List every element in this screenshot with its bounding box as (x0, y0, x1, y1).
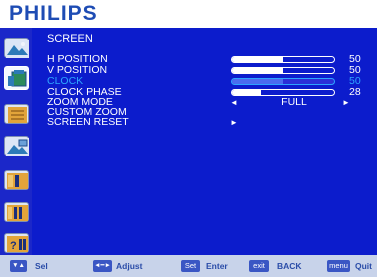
sel-key-icon: ▼▲ (10, 260, 27, 272)
adjust-hint: Adjust (116, 261, 143, 271)
audio-icon (8, 107, 27, 123)
sidebar: ? (0, 28, 32, 255)
svg-text:?: ? (10, 240, 17, 252)
sidebar-item-pip[interactable] (4, 136, 29, 156)
configuration1-icon (7, 173, 28, 189)
sidebar-item-screen[interactable] (4, 66, 29, 90)
configuration2-icon (7, 205, 28, 221)
v-position-fill (232, 68, 283, 73)
exit-key-icon: exit (249, 260, 269, 272)
osd-menu: PHILIPS ? SCREEN H POSITION 50 V POSITIO… (0, 0, 377, 277)
picture-icon (6, 40, 29, 58)
clock-fill (232, 79, 283, 84)
sidebar-item-advanced-option[interactable]: ? (4, 233, 29, 253)
sidebar-item-configuration1[interactable] (4, 170, 29, 190)
sidebar-item-picture[interactable] (4, 38, 29, 58)
adjust-key-icon: ◄━► (93, 260, 112, 272)
menu-key-icon: menu (327, 260, 350, 272)
screen-reset-row[interactable]: SCREEN RESET ► (34, 117, 377, 128)
sel-hint: Sel (35, 261, 48, 271)
set-key-icon: Set (181, 260, 200, 272)
screen-settings-panel: SCREEN H POSITION 50 V POSITION 50 CLOCK… (34, 28, 377, 255)
clock-slider[interactable] (231, 78, 335, 85)
sidebar-item-configuration2[interactable] (4, 202, 29, 222)
back-hint: BACK (277, 261, 302, 271)
brand-logo: PHILIPS (9, 2, 98, 25)
footer-hint-bar: ▼▲ Sel ◄━► Adjust Set Enter exit BACK me… (0, 255, 377, 277)
advanced-option-icon: ? (7, 236, 28, 252)
h-position-fill (232, 57, 283, 62)
screen-reset-label: SCREEN RESET (47, 116, 129, 128)
clock-phase-fill (232, 90, 261, 95)
pip-icon (6, 138, 29, 156)
clock-phase-slider[interactable] (231, 89, 335, 96)
h-position-slider[interactable] (231, 56, 335, 63)
enter-arrow-icon[interactable]: ► (230, 117, 238, 128)
sidebar-item-audio[interactable] (4, 104, 29, 124)
header-bar: PHILIPS (0, 0, 377, 28)
v-position-row[interactable]: V POSITION 50 (34, 65, 377, 76)
v-position-slider[interactable] (231, 67, 335, 74)
screen-icon (8, 70, 27, 87)
enter-hint: Enter (206, 261, 228, 271)
page-title: SCREEN (47, 33, 93, 45)
quit-hint: Quit (355, 261, 372, 271)
